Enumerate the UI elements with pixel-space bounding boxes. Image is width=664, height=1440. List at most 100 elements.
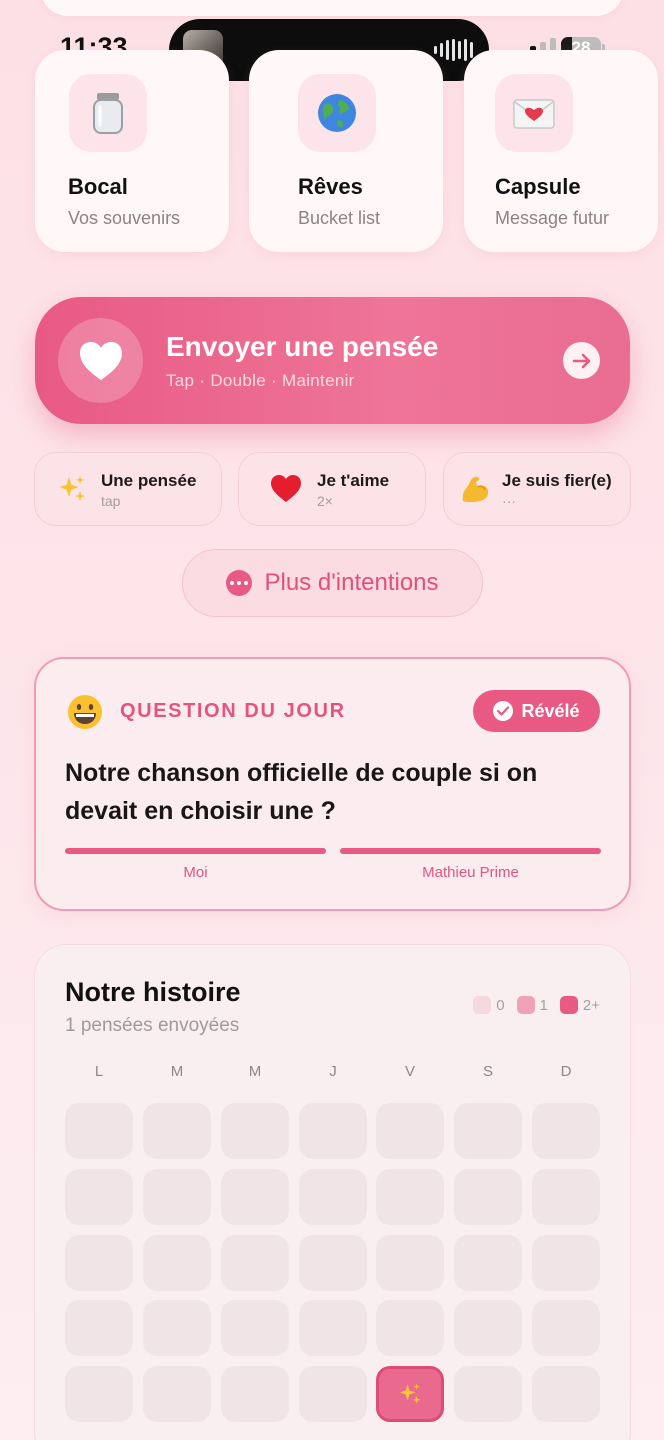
grinning-face-icon xyxy=(66,693,104,731)
weekday-label: V xyxy=(404,1063,415,1080)
more-intentions-label: Plus d'intentions xyxy=(264,569,439,596)
history-title: Notre histoire xyxy=(65,977,241,1007)
revealed-badge: Révélé xyxy=(473,690,600,732)
calendar-day[interactable] xyxy=(376,1169,444,1225)
checkmark-icon xyxy=(493,701,514,721)
legend-swatch xyxy=(516,996,535,1014)
calendar-day[interactable] xyxy=(454,1235,522,1291)
sparkles-icon xyxy=(399,1383,421,1404)
flexed-biceps-icon xyxy=(458,472,492,506)
calendar-day[interactable] xyxy=(299,1366,367,1422)
calendar-day-active[interactable] xyxy=(376,1366,444,1422)
tile-bocal[interactable]: Bocal Vos souvenirs xyxy=(35,50,229,252)
calendar-day[interactable] xyxy=(65,1103,133,1159)
progress-bar-moi xyxy=(65,848,326,854)
legend-item: 0 xyxy=(473,996,505,1014)
question-of-the-day-card[interactable]: QUESTION DU JOUR Révélé Notre chanson of… xyxy=(34,657,631,911)
weekday-label: J xyxy=(329,1063,337,1080)
calendar-day[interactable] xyxy=(221,1169,289,1225)
chip-subtitle: ··· xyxy=(502,493,516,509)
weekday-label: D xyxy=(560,1063,572,1080)
history-legend: 0 1 2+ xyxy=(467,996,600,1014)
calendar-day[interactable] xyxy=(221,1235,289,1291)
calendar-day[interactable] xyxy=(299,1235,367,1291)
calendar-day[interactable] xyxy=(143,1300,211,1356)
legend-item: 2+ xyxy=(559,996,600,1014)
weekday-label: L xyxy=(94,1063,104,1080)
love-letter-icon xyxy=(495,74,573,152)
legend-label: 1 xyxy=(539,996,548,1014)
calendar-day[interactable] xyxy=(454,1300,522,1356)
calendar-day[interactable] xyxy=(376,1103,444,1159)
weekday-label: M xyxy=(248,1063,262,1080)
calendar-day[interactable] xyxy=(221,1300,289,1356)
calendar-day[interactable] xyxy=(532,1103,600,1159)
ellipsis-circle-icon xyxy=(226,570,253,596)
calendar-day[interactable] xyxy=(532,1300,600,1356)
calendar-day[interactable] xyxy=(376,1300,444,1356)
calendar-day[interactable] xyxy=(299,1103,367,1159)
calendar-day[interactable] xyxy=(299,1300,367,1356)
tile-capsule[interactable]: Capsule Message futur xyxy=(464,50,658,252)
calendar-day[interactable] xyxy=(376,1235,444,1291)
calendar-day[interactable] xyxy=(65,1300,133,1356)
weekday-label: M xyxy=(170,1063,184,1080)
calendar-day[interactable] xyxy=(454,1169,522,1225)
calendar-day[interactable] xyxy=(454,1366,522,1422)
intention-je-suis-fier[interactable]: Je suis fier(e) ··· xyxy=(443,452,631,526)
legend-swatch xyxy=(473,996,492,1014)
progress-bar-partner xyxy=(340,848,601,854)
history-card: Notre histoire 1 pensées envoyées 0 1 2+… xyxy=(34,944,631,1440)
question-label: QUESTION DU JOUR xyxy=(120,700,346,722)
calendar-day[interactable] xyxy=(532,1366,600,1422)
participant-name: Mathieu Prime xyxy=(422,864,519,881)
more-intentions-button[interactable]: Plus d'intentions xyxy=(182,549,483,617)
weekday-label: S xyxy=(482,1063,493,1080)
calendar-day[interactable] xyxy=(299,1169,367,1225)
chip-subtitle: tap xyxy=(101,493,121,509)
chip-title: Je suis fier(e) xyxy=(502,471,612,490)
hero-subtitle: Tap · Double · Maintenir xyxy=(166,371,355,390)
legend-label: 0 xyxy=(496,996,505,1014)
chip-title: Une pensée xyxy=(101,471,197,490)
tile-title: Rêves xyxy=(298,174,363,199)
calendar-day[interactable] xyxy=(143,1169,211,1225)
hero-title: Envoyer une pensée xyxy=(166,331,439,362)
history-subtitle: 1 pensées envoyées xyxy=(65,1015,240,1036)
participant-name: Moi xyxy=(183,864,208,881)
calendar-day[interactable] xyxy=(65,1169,133,1225)
calendar-day[interactable] xyxy=(532,1169,600,1225)
calendar-day[interactable] xyxy=(221,1103,289,1159)
tile-subtitle: Message futur xyxy=(495,208,610,228)
tile-subtitle: Bucket list xyxy=(298,208,381,228)
revealed-label: Révélé xyxy=(521,700,580,721)
sparkles-icon xyxy=(55,472,89,506)
send-thought-button[interactable]: Envoyer une pensée Tap · Double · Mainte… xyxy=(35,297,630,424)
chip-title: Je t'aime xyxy=(317,471,390,490)
calendar-day[interactable] xyxy=(143,1366,211,1422)
intention-une-pensee[interactable]: Une pensée tap xyxy=(34,452,222,526)
jar-icon xyxy=(69,74,147,152)
tile-reves[interactable]: Rêves Bucket list xyxy=(249,50,443,252)
red-heart-icon xyxy=(269,472,303,506)
legend-item: 1 xyxy=(516,996,548,1014)
calendar-day[interactable] xyxy=(65,1366,133,1422)
calendar-day[interactable] xyxy=(143,1103,211,1159)
calendar-day[interactable] xyxy=(65,1235,133,1291)
question-text: Notre chanson officielle de couple si on… xyxy=(65,759,538,825)
audio-waveform-icon xyxy=(434,39,473,61)
calendar-day[interactable] xyxy=(221,1366,289,1422)
tile-title: Bocal xyxy=(68,174,128,199)
globe-icon xyxy=(298,74,376,152)
calendar-day[interactable] xyxy=(143,1235,211,1291)
calendar-day[interactable] xyxy=(454,1103,522,1159)
heart-icon xyxy=(58,318,143,403)
battery-percent: 28 xyxy=(571,38,591,57)
tile-subtitle: Vos souvenirs xyxy=(68,208,181,228)
tile-title: Capsule xyxy=(495,174,581,199)
legend-swatch xyxy=(559,996,578,1014)
intention-je-taime[interactable]: Je t'aime 2× xyxy=(238,452,426,526)
calendar-day[interactable] xyxy=(532,1235,600,1291)
arrow-right-icon xyxy=(563,342,600,379)
legend-label: 2+ xyxy=(582,996,600,1014)
